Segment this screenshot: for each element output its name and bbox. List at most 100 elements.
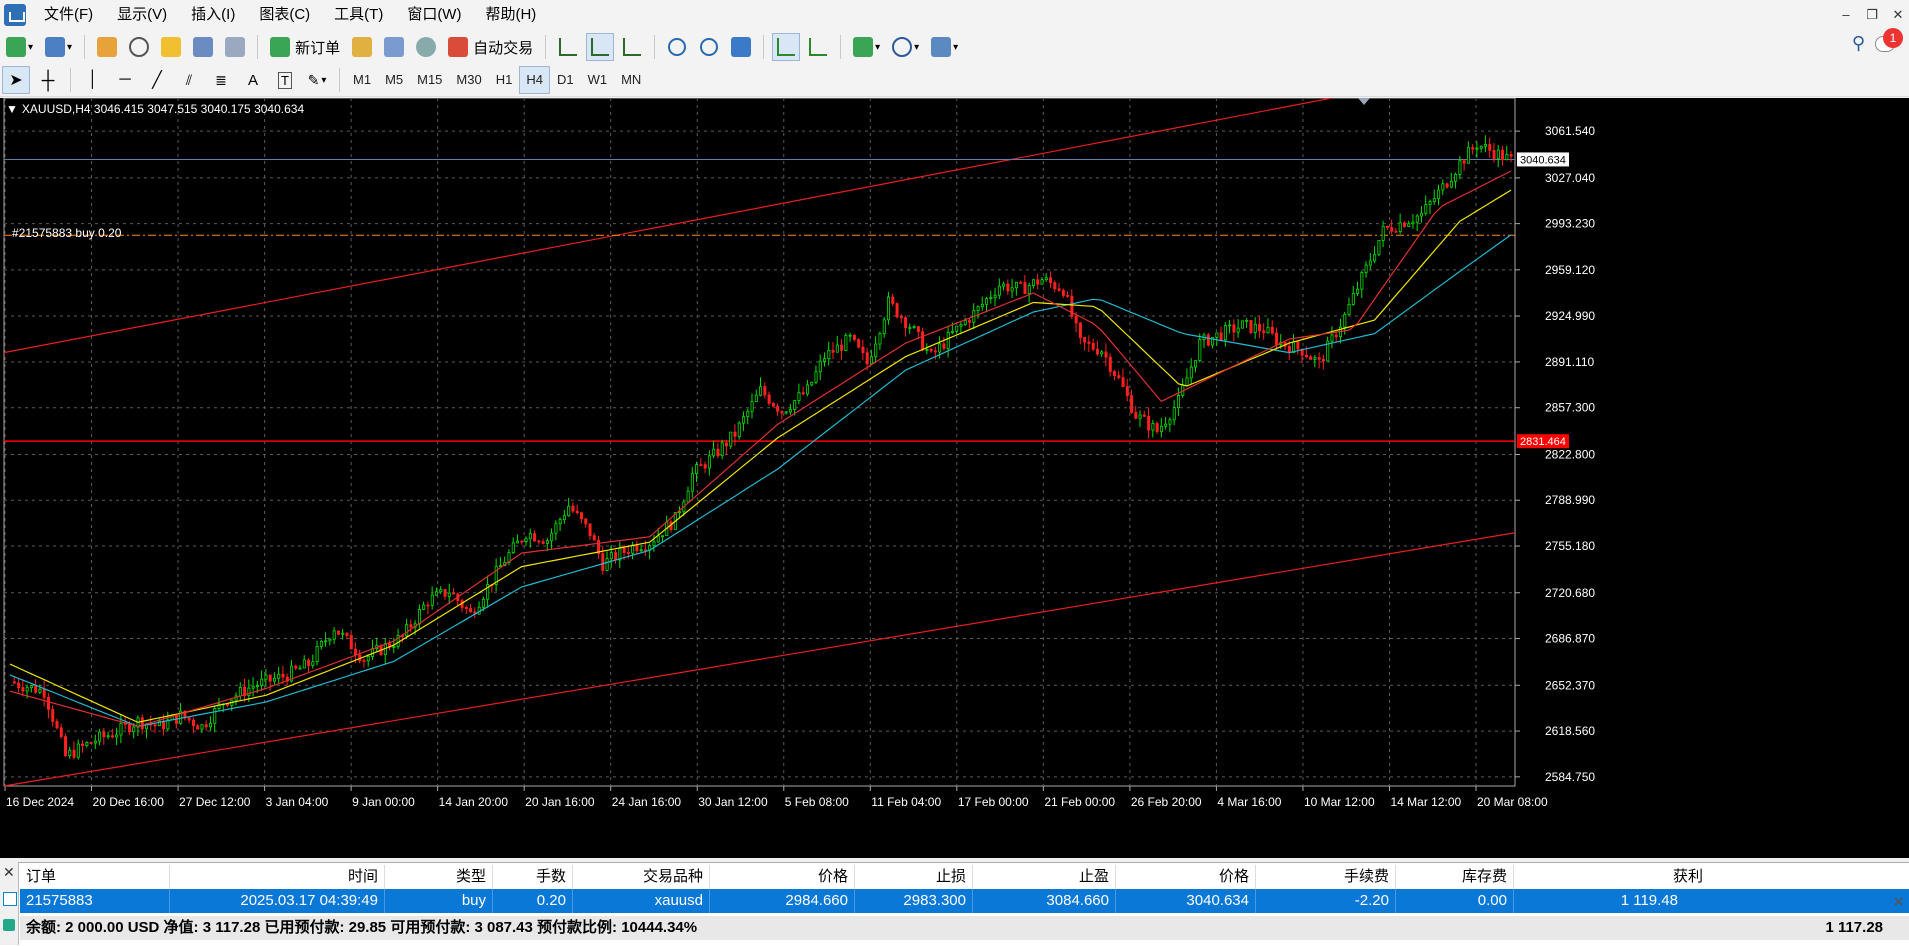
candlestick-chart-button[interactable]: [586, 33, 615, 61]
auto-trading-button[interactable]: 自动交易: [444, 33, 537, 61]
timeframe-m30[interactable]: M30: [449, 66, 488, 94]
menu-insert[interactable]: 插入(I): [179, 0, 247, 30]
line-chart-button[interactable]: [618, 33, 646, 61]
market-button[interactable]: [412, 33, 440, 61]
terminal-close-icon[interactable]: ✕: [3, 864, 15, 881]
candle-body: [614, 552, 618, 561]
collapse-triangle-icon[interactable]: ▼: [6, 102, 18, 116]
fibonacci-button[interactable]: ≣: [207, 66, 235, 94]
timeframe-m15[interactable]: M15: [410, 66, 449, 94]
data-window-button[interactable]: [125, 33, 153, 61]
menu-window[interactable]: 窗口(W): [395, 0, 473, 30]
timeframe-w1[interactable]: W1: [581, 66, 615, 94]
candle-body: [1334, 334, 1338, 338]
zoom-in-button[interactable]: [663, 33, 691, 61]
candle-body: [742, 416, 746, 424]
candle-body: [571, 505, 575, 512]
col-take-profit[interactable]: 止盈: [973, 865, 1116, 889]
zoom-out-button[interactable]: [695, 33, 723, 61]
market-watch-button[interactable]: [93, 33, 121, 61]
timeframe-d1[interactable]: D1: [550, 66, 581, 94]
menu-help[interactable]: 帮助(H): [473, 0, 548, 30]
chart-canvas[interactable]: 3061.540 3027.040 2993.230 2959.120 2924.990…: [0, 98, 1909, 858]
candle-body: [1168, 419, 1172, 425]
candle-body: [567, 505, 571, 517]
candle-body: [187, 717, 191, 721]
timeframe-m5[interactable]: M5: [378, 66, 410, 94]
col-swap[interactable]: 库存费: [1396, 865, 1514, 889]
signals-button[interactable]: [380, 33, 408, 61]
search-icon[interactable]: ⚲: [1852, 33, 1865, 54]
indicators-button[interactable]: ▾: [849, 33, 884, 61]
candle-body: [724, 442, 728, 447]
trendline-button[interactable]: ╱: [143, 66, 171, 94]
fibonacci-icon: ≣: [215, 71, 227, 88]
tile-windows-button[interactable]: [727, 33, 755, 61]
candle-body: [1138, 414, 1142, 419]
new-chart-button[interactable]: ▾: [2, 33, 37, 61]
candle-body: [1454, 174, 1458, 182]
col-commission[interactable]: 手续费: [1256, 865, 1396, 889]
col-symbol[interactable]: 交易品种: [573, 865, 710, 889]
col-time[interactable]: 时间: [170, 865, 385, 889]
timeframe-m1[interactable]: M1: [346, 66, 378, 94]
candle-body: [1108, 356, 1112, 372]
menu-charts[interactable]: 图表(C): [247, 0, 322, 30]
candle-body: [1275, 332, 1279, 345]
x-tick-label: 30 Jan 12:00: [698, 795, 768, 809]
timeframe-mn[interactable]: MN: [614, 66, 648, 94]
notification-bubble-icon[interactable]: 1: [1875, 28, 1903, 54]
table-row[interactable]: 21575883 2025.03.17 04:39:49 buy 0.20 xa…: [20, 889, 1909, 913]
navigator-button[interactable]: [157, 33, 185, 61]
col-type[interactable]: 类型: [385, 865, 493, 889]
timeframe-h4[interactable]: H4: [519, 66, 550, 94]
crosshair-tool-button[interactable]: ┼: [34, 66, 62, 94]
candle-body: [366, 655, 370, 662]
candle-body: [25, 687, 29, 692]
candle-body: [1219, 332, 1223, 341]
candle-body: [1441, 183, 1445, 191]
horizontal-line-button[interactable]: ─: [111, 66, 139, 94]
symbol-ohlc-text: XAUUSD,H4 3046.415 3047.515 3040.175 304…: [21, 102, 305, 116]
new-order-button[interactable]: 新订单: [266, 33, 344, 61]
menu-file[interactable]: 文件(F): [32, 0, 105, 30]
chart-shift-button[interactable]: [804, 33, 832, 61]
col-profit[interactable]: 获利: [1514, 865, 1709, 889]
candle-body: [703, 464, 707, 469]
timeframe-h1[interactable]: H1: [489, 66, 520, 94]
candle-body: [1411, 221, 1415, 225]
periods-button[interactable]: ▾: [888, 33, 923, 61]
menu-tools[interactable]: 工具(T): [322, 0, 395, 30]
channel-button[interactable]: ⫽: [175, 66, 203, 94]
y-tick-label: 2618.560: [1545, 724, 1595, 738]
close-icon[interactable]: ✕: [1887, 4, 1909, 26]
templates-button[interactable]: ▾: [927, 33, 962, 61]
close-position-icon[interactable]: ✕: [1892, 893, 1905, 911]
restore-icon[interactable]: ❐: [1861, 4, 1883, 26]
candle-body: [422, 604, 426, 610]
col-stop-loss[interactable]: 止损: [855, 865, 973, 889]
col-volume[interactable]: 手数: [493, 865, 573, 889]
text-tool-button[interactable]: A: [239, 66, 267, 94]
metaeditor-button[interactable]: [348, 33, 376, 61]
terminal-button[interactable]: [189, 33, 217, 61]
profiles-button[interactable]: ▾: [41, 33, 76, 61]
shapes-button[interactable]: ✎ ▾: [303, 66, 331, 94]
menu-view[interactable]: 显示(V): [105, 0, 179, 30]
col-open-price[interactable]: 价格: [710, 865, 855, 889]
col-order[interactable]: 订单: [20, 865, 170, 889]
vertical-line-button[interactable]: │: [79, 66, 107, 94]
price-chart[interactable]: 3061.540 3027.040 2993.230 2959.120 2924.990…: [0, 98, 1909, 858]
text-label-button[interactable]: T: [271, 66, 299, 94]
minimize-icon[interactable]: –: [1835, 4, 1857, 26]
auto-scroll-button[interactable]: [772, 33, 801, 61]
candle-body: [302, 659, 306, 669]
tester-button[interactable]: [221, 33, 249, 61]
col-current-price[interactable]: 价格: [1116, 865, 1256, 889]
cursor-tool-button[interactable]: ➤: [2, 66, 30, 94]
candle-body: [1321, 358, 1325, 362]
candle-body: [1496, 149, 1500, 160]
candle-body: [1330, 334, 1334, 342]
candle-body: [1061, 289, 1065, 296]
bar-chart-button[interactable]: [554, 33, 582, 61]
